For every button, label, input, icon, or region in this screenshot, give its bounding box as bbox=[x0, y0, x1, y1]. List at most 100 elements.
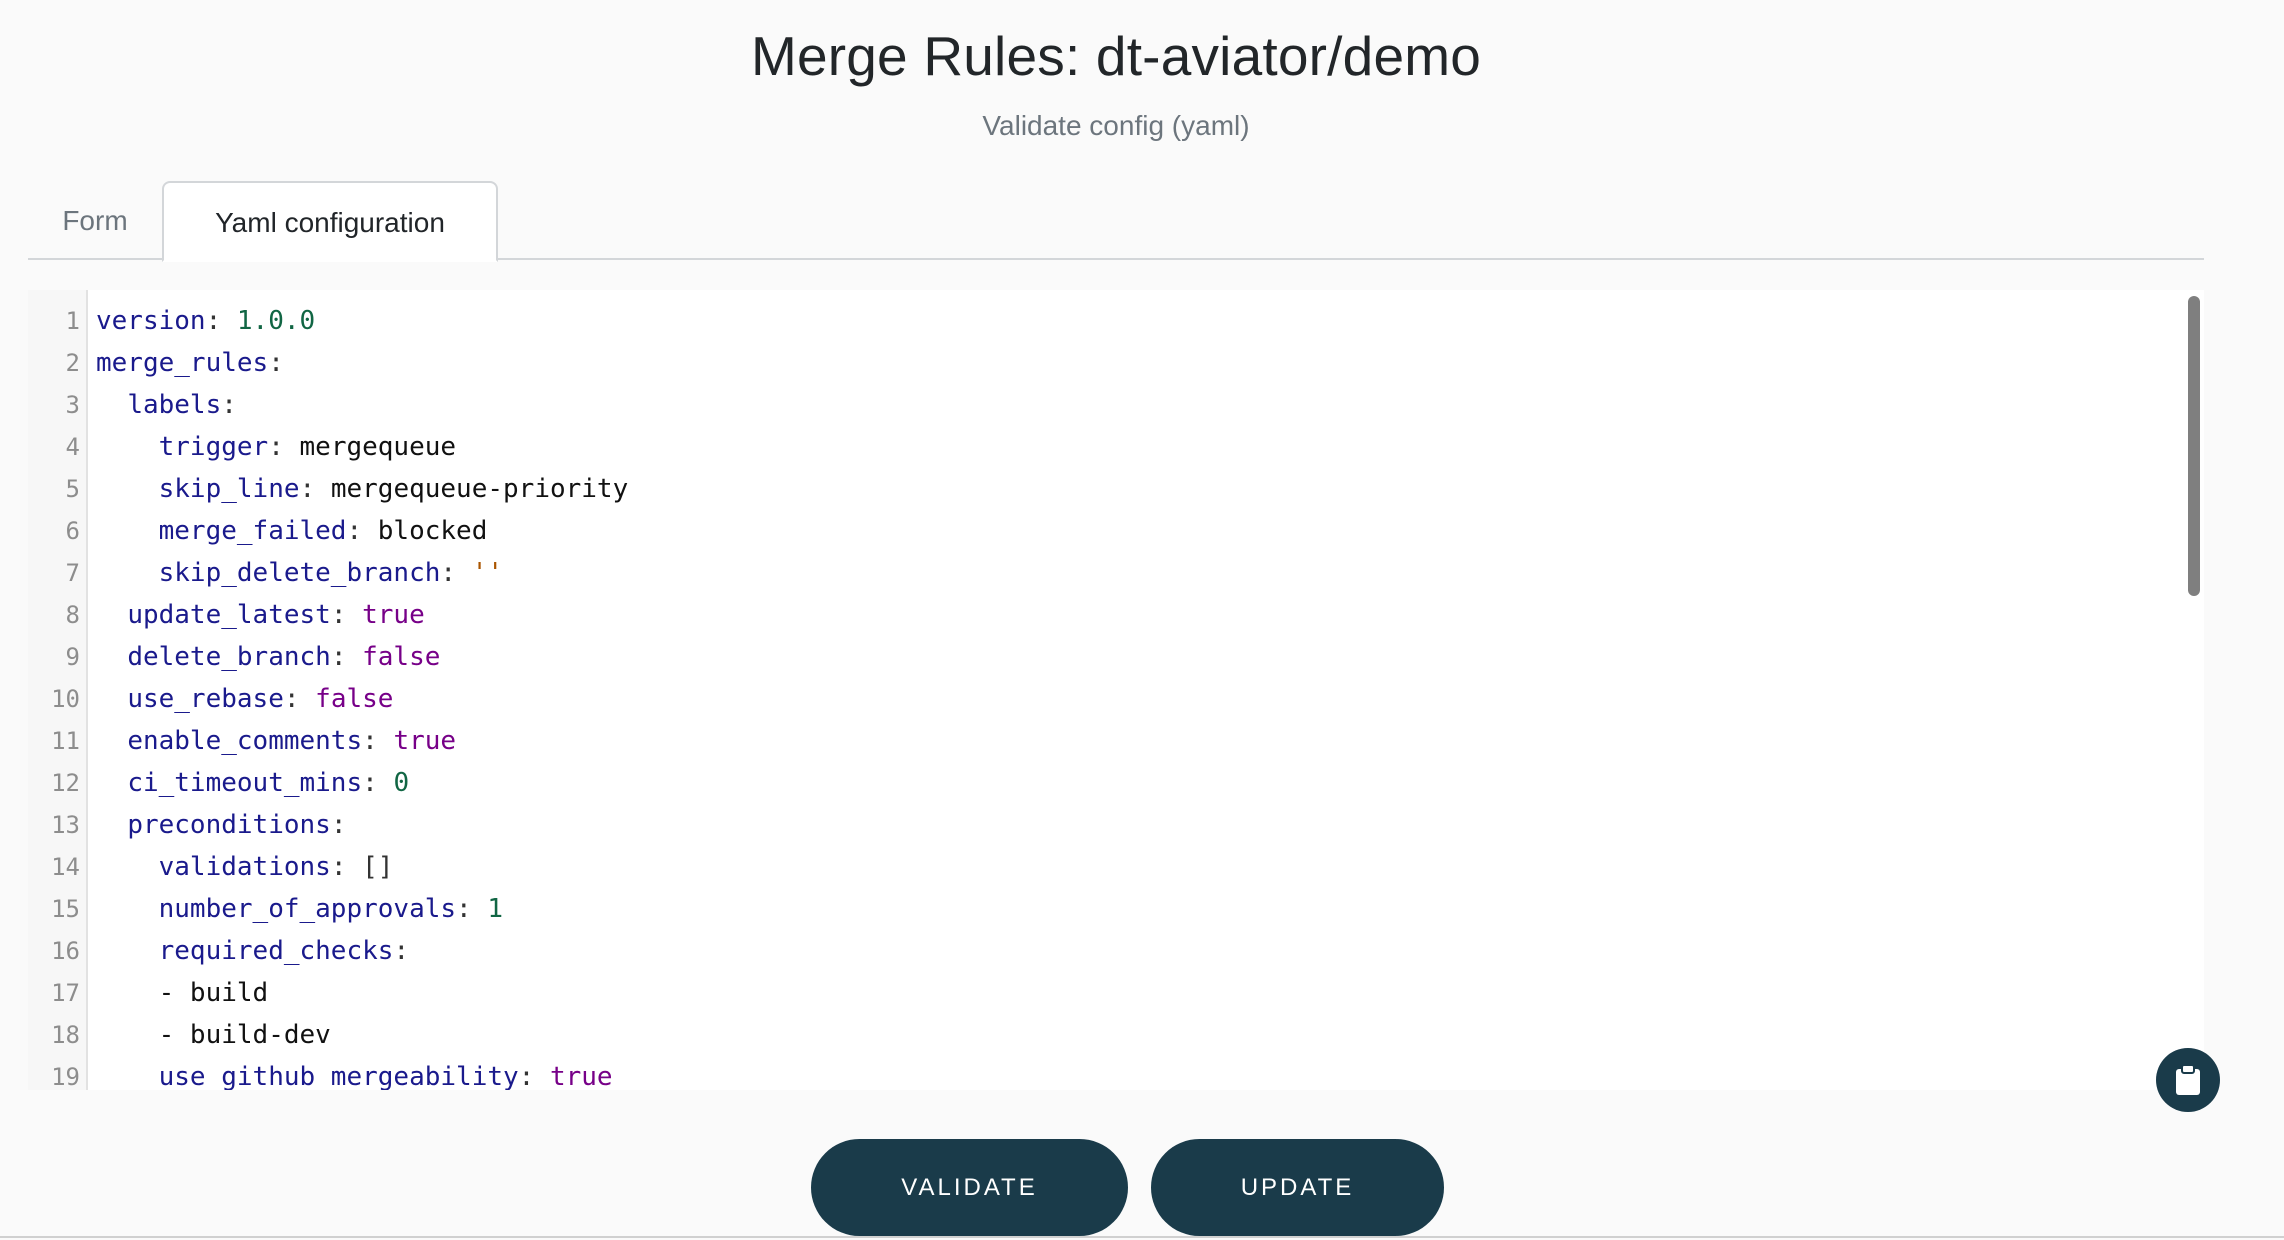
yaml-colon: : bbox=[205, 306, 237, 336]
yaml-value: 0 bbox=[393, 768, 410, 798]
yaml-colon: : bbox=[393, 936, 410, 966]
yaml-value: mergequeue bbox=[299, 432, 457, 462]
yaml-key: trigger bbox=[158, 432, 269, 462]
tab-yaml-configuration[interactable]: Yaml configuration bbox=[162, 181, 498, 262]
yaml-key: required_checks bbox=[158, 936, 394, 966]
yaml-value: mergequeue-priority bbox=[330, 474, 629, 504]
line-number: 4 bbox=[65, 433, 80, 461]
code-line[interactable]: 15 number_of_approvals: 1 bbox=[28, 888, 2168, 930]
yaml-key: preconditions bbox=[127, 810, 331, 840]
update-button[interactable]: UPDATE bbox=[1151, 1139, 1444, 1236]
yaml-code-editor[interactable]: 1 version: 1.0.0 2 merge_rules: 3 labels: 4 t… bbox=[28, 290, 2204, 1090]
code-line[interactable]: 9 delete_branch: false bbox=[28, 636, 2168, 678]
yaml-value: true bbox=[362, 600, 425, 630]
validate-button[interactable]: VALIDATE bbox=[811, 1139, 1128, 1236]
line-number: 19 bbox=[51, 1063, 80, 1090]
yaml-key: ci_timeout_mins bbox=[127, 768, 363, 798]
code-line[interactable]: 6 merge_failed: blocked bbox=[28, 510, 2168, 552]
line-number: 14 bbox=[51, 853, 80, 881]
page-subtitle: Validate config (yaml) bbox=[982, 110, 1250, 141]
yaml-colon: : bbox=[330, 642, 363, 672]
code-line[interactable]: 19 use_github_mergeability: true bbox=[28, 1056, 2168, 1090]
line-content: trigger: mergequeue bbox=[96, 426, 456, 468]
yaml-key: version bbox=[96, 306, 206, 336]
yaml-colon: : bbox=[268, 432, 300, 462]
code-line[interactable]: 16 required_checks: bbox=[28, 930, 2168, 972]
code-line[interactable]: 18 - build-dev bbox=[28, 1014, 2168, 1056]
page-title: Merge Rules: dt-aviator/demo bbox=[750, 25, 1482, 87]
line-content: version: 1.0.0 bbox=[96, 300, 315, 342]
line-content: number_of_approvals: 1 bbox=[96, 888, 503, 930]
yaml-key: skip_line bbox=[158, 474, 300, 504]
code-line[interactable]: 12 ci_timeout_mins: 0 bbox=[28, 762, 2168, 804]
code-line[interactable]: 10 use_rebase: false bbox=[28, 678, 2168, 720]
code-lines[interactable]: 1 version: 1.0.0 2 merge_rules: 3 labels: 4 t… bbox=[28, 300, 2168, 1090]
code-line[interactable]: 4 trigger: mergequeue bbox=[28, 426, 2168, 468]
line-number: 3 bbox=[65, 391, 80, 419]
yaml-value: false bbox=[315, 684, 394, 714]
yaml-key: validations bbox=[158, 852, 331, 882]
yaml-colon: : bbox=[456, 894, 488, 924]
line-number: 5 bbox=[65, 475, 80, 503]
line-number: 10 bbox=[51, 685, 80, 713]
code-line[interactable]: 13 preconditions: bbox=[28, 804, 2168, 846]
code-line[interactable]: 2 merge_rules: bbox=[28, 342, 2168, 384]
yaml-colon: : bbox=[330, 600, 363, 630]
line-number: 16 bbox=[51, 937, 80, 965]
line-content: validations: [] bbox=[96, 846, 394, 888]
code-line[interactable]: 7 skip_delete_branch: '' bbox=[28, 552, 2168, 594]
code-line[interactable]: 14 validations: [] bbox=[28, 846, 2168, 888]
yaml-key: skip_delete_branch bbox=[158, 558, 441, 588]
tab-form[interactable]: Form bbox=[28, 181, 162, 260]
code-line[interactable]: 11 enable_comments: true bbox=[28, 720, 2168, 762]
line-content: merge_failed: blocked bbox=[96, 510, 488, 552]
yaml-key: labels bbox=[127, 390, 222, 420]
yaml-key: update_latest bbox=[127, 600, 331, 630]
line-number: 2 bbox=[65, 349, 80, 377]
line-number: 9 bbox=[65, 643, 80, 671]
line-content: labels: bbox=[96, 384, 237, 426]
line-content: skip_line: mergequeue-priority bbox=[96, 468, 629, 510]
yaml-value: true bbox=[549, 1062, 613, 1090]
code-line[interactable]: 8 update_latest: true bbox=[28, 594, 2168, 636]
line-content: - build-dev bbox=[96, 1014, 331, 1056]
line-number: 7 bbox=[65, 559, 80, 587]
yaml-key: delete_branch bbox=[127, 642, 331, 672]
code-line[interactable]: 17 - build bbox=[28, 972, 2168, 1014]
yaml-value: blocked bbox=[377, 516, 488, 546]
yaml-value: true bbox=[393, 726, 457, 756]
yaml-colon: : bbox=[330, 852, 363, 882]
code-line[interactable]: 5 skip_line: mergequeue-priority bbox=[28, 468, 2168, 510]
yaml-colon: : bbox=[518, 1062, 550, 1090]
yaml-colon: : bbox=[299, 474, 331, 504]
line-number: 11 bbox=[51, 727, 80, 755]
yaml-key: merge_failed bbox=[158, 516, 347, 546]
clipboard-icon bbox=[2176, 1064, 2200, 1095]
yaml-value: - build-dev bbox=[158, 1020, 331, 1050]
code-line[interactable]: 1 version: 1.0.0 bbox=[28, 300, 2168, 342]
copy-to-clipboard-button[interactable] bbox=[2156, 1048, 2220, 1112]
line-content: use_rebase: false bbox=[96, 678, 393, 720]
line-number: 17 bbox=[51, 979, 80, 1007]
line-content: enable_comments: true bbox=[96, 720, 456, 762]
yaml-value: false bbox=[362, 642, 441, 672]
code-line[interactable]: 3 labels: bbox=[28, 384, 2168, 426]
line-number: 13 bbox=[51, 811, 80, 839]
editor-scrollbar[interactable] bbox=[2188, 296, 2200, 596]
line-number: 1 bbox=[65, 307, 80, 335]
yaml-key: number_of_approvals bbox=[158, 894, 457, 924]
yaml-colon: : bbox=[346, 516, 378, 546]
